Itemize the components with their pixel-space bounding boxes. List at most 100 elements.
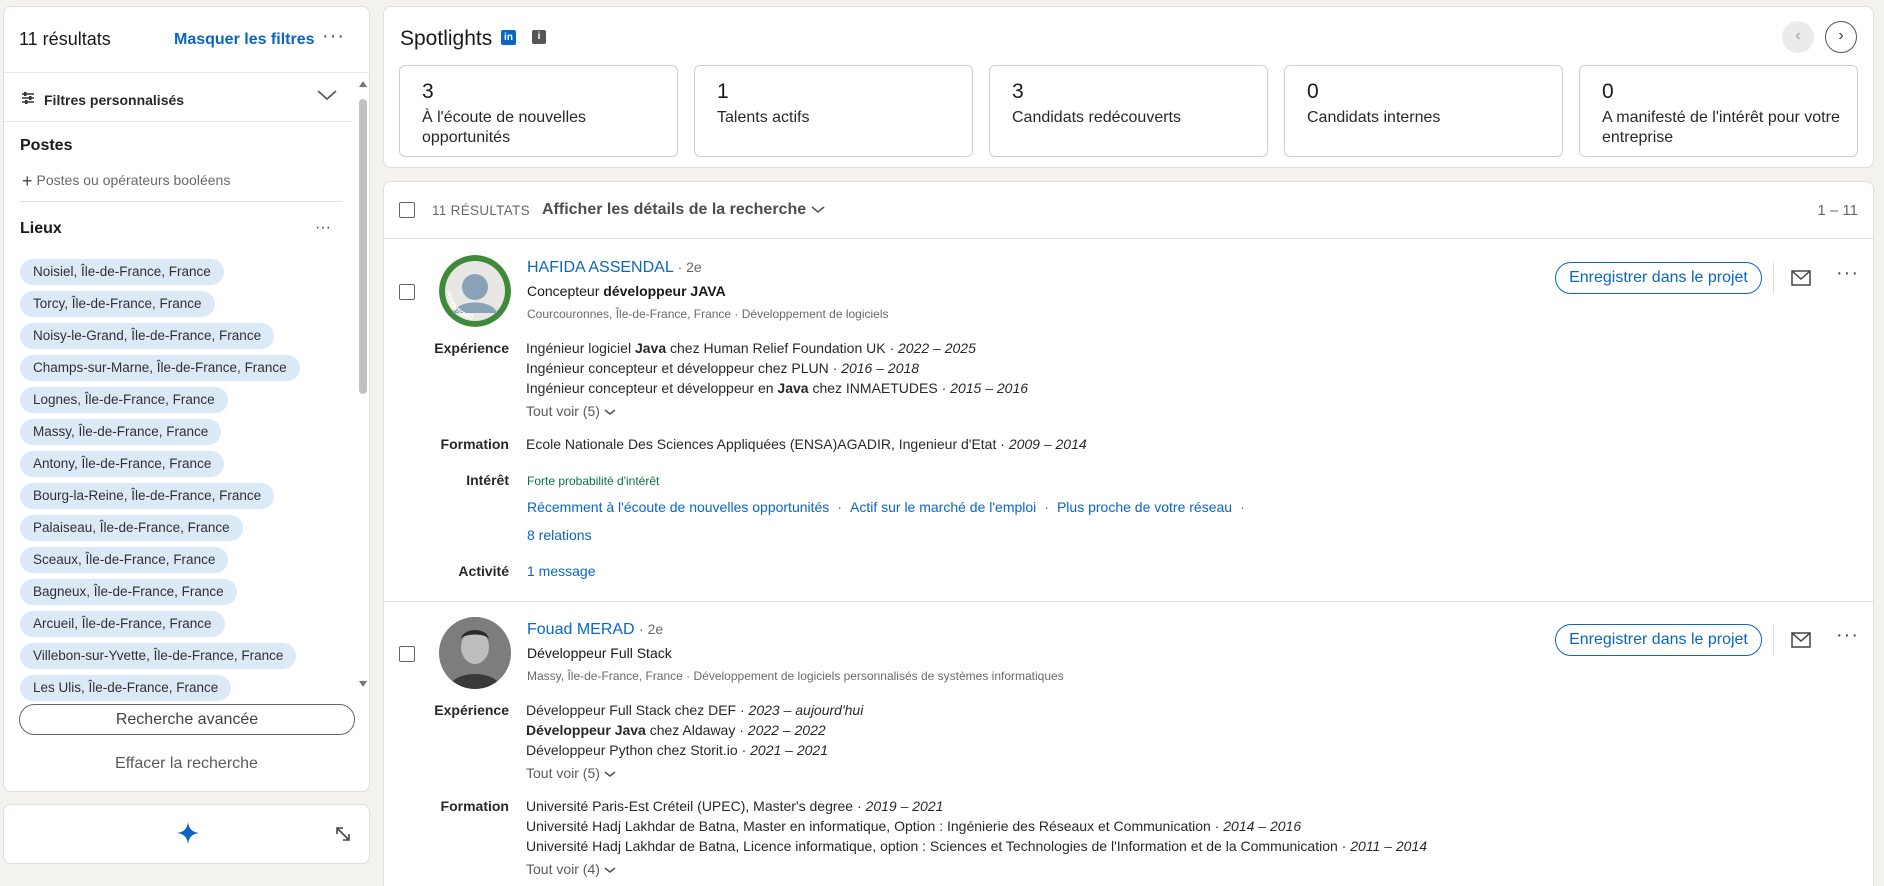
exp-dates: 2022 – 2025 xyxy=(898,340,976,356)
info-icon[interactable]: i xyxy=(532,30,546,44)
spotlight-count: 0 xyxy=(1307,80,1319,103)
scrollbar-thumb[interactable] xyxy=(359,99,367,394)
relations-link[interactable]: 8 relations xyxy=(527,527,592,543)
formation-text: Ecole Nationale Des Sciences Appliquées … xyxy=(526,436,1009,452)
more-icon[interactable]: ··· xyxy=(1836,624,1859,647)
show-search-details-button[interactable]: Afficher les détails de la recherche xyxy=(542,201,825,219)
sparkle-icon[interactable] xyxy=(176,821,200,845)
see-all-label: Tout voir (4) xyxy=(526,861,600,877)
scroll-down-arrow-icon[interactable] xyxy=(359,681,367,687)
exp-highlight: Java xyxy=(634,340,667,356)
filters-scroll-area: Postes + Postes ou opérateurs booléens Li… xyxy=(4,123,352,703)
formation-label: Formation xyxy=(440,798,509,814)
exp-highlight: Développeur Java xyxy=(526,722,646,738)
spotlight-card-open-to-work[interactable]: 3 À l'écoute de nouvelles opportunités xyxy=(399,65,678,157)
spotlight-label: Candidats internes xyxy=(1307,109,1441,126)
location-pill[interactable]: Champs-sur-Marne, Île-de-France, France xyxy=(20,355,300,381)
chevron-down-icon[interactable] xyxy=(316,88,338,104)
interest-link[interactable]: Actif sur le marché de l'emploi xyxy=(850,499,1036,515)
results-count-label: 11 RÉSULTATS xyxy=(432,203,530,218)
location-pill[interactable]: Palaiseau, Île-de-France, France xyxy=(20,515,243,541)
location-pill[interactable]: Antony, Île-de-France, France xyxy=(20,451,225,477)
spotlight-count: 0 xyxy=(1602,80,1614,103)
location-pill[interactable]: Bagneux, Île-de-France, France xyxy=(20,579,237,605)
location-pill[interactable]: Les Ulis, Île-de-France, France xyxy=(20,675,232,701)
scroll-up-arrow-icon[interactable] xyxy=(359,81,367,87)
interest-link[interactable]: Plus proche de votre réseau xyxy=(1057,499,1232,515)
more-icon[interactable]: ··· xyxy=(1836,262,1859,285)
select-all-checkbox[interactable] xyxy=(399,202,415,218)
candidate-checkbox[interactable] xyxy=(399,284,415,300)
avatar[interactable]: #OPENTOWORK xyxy=(439,255,511,327)
hide-filters-link[interactable]: Masquer les filtres xyxy=(174,31,315,49)
custom-filters-toggle[interactable]: Filtres personnalisés xyxy=(4,74,352,122)
postes-title: Postes xyxy=(20,137,73,154)
exp-text: chez Human Relief Foundation UK · xyxy=(666,340,899,356)
experience-see-all[interactable]: Tout voir (5) xyxy=(526,403,616,419)
show-details-label: Afficher les détails de la recherche xyxy=(542,201,807,218)
activity-link[interactable]: 1 message xyxy=(527,563,595,579)
candidate-card: Fouad MERAD · 2e Développeur Full Stack … xyxy=(384,602,1873,886)
spotlight-count: 3 xyxy=(422,80,434,103)
lieux-more-icon[interactable]: ··· xyxy=(315,219,331,237)
exp-dates: 2021 – 2021 xyxy=(750,742,828,758)
avatar[interactable] xyxy=(439,617,511,689)
location-pill[interactable]: Sceaux, Île-de-France, France xyxy=(20,547,229,573)
save-to-project-button[interactable]: Enregistrer dans le projet xyxy=(1555,624,1762,656)
location-pill[interactable]: Massy, Île-de-France, France xyxy=(20,419,222,445)
spotlight-card-internal[interactable]: 0 Candidats internes xyxy=(1284,65,1563,157)
interest-link[interactable]: Récemment à l'écoute de nouvelles opport… xyxy=(527,499,829,515)
formation-item: Université Paris-Est Créteil (UPEC), Mas… xyxy=(526,798,943,814)
location-pill[interactable]: Villebon-sur-Yvette, Île-de-France, Fran… xyxy=(20,643,297,669)
headline-text: Développeur Full Stack xyxy=(527,645,672,661)
exp-text: chez Aldaway · xyxy=(645,722,748,738)
location-pill[interactable]: Noisiel, Île-de-France, France xyxy=(20,259,224,285)
results-panel: 11 RÉSULTATS Afficher les détails de la … xyxy=(383,181,1874,886)
prev-arrow-button[interactable]: ‹ xyxy=(1782,21,1814,53)
spotlight-card-active-talent[interactable]: 1 Talents actifs xyxy=(694,65,973,157)
postes-placeholder: Postes ou opérateurs booléens xyxy=(36,172,231,188)
location-pill[interactable]: Noisy-le-Grand, Île-de-France, France xyxy=(20,323,275,349)
candidate-name-link[interactable]: Fouad MERAD · 2e xyxy=(527,621,663,639)
spotlight-count: 3 xyxy=(1012,80,1024,103)
exp-text: Ingénieur concepteur et développeur en xyxy=(526,380,778,396)
results-range: 1 – 11 xyxy=(1817,202,1858,219)
expand-icon[interactable] xyxy=(334,825,352,843)
candidate-name-link[interactable]: HAFIDA ASSENDAL · 2e xyxy=(527,259,702,277)
filters-sidebar: 11 résultats Masquer les filtres ··· Fil… xyxy=(3,6,370,792)
postes-add-input[interactable]: + Postes ou opérateurs booléens xyxy=(22,171,230,192)
spotlight-label: Talents actifs xyxy=(717,109,810,126)
candidate-name: HAFIDA ASSENDAL xyxy=(527,259,674,276)
spotlight-label: A manifesté de l'intérêt pour votre entr… xyxy=(1602,109,1840,146)
spotlight-card-interested[interactable]: 0 A manifesté de l'intérêt pour votre en… xyxy=(1579,65,1858,157)
mail-icon[interactable] xyxy=(1791,270,1813,286)
location-pill[interactable]: Lognes, Île-de-France, France xyxy=(20,387,228,413)
sidebar-scrollbar[interactable] xyxy=(358,79,368,689)
candidate-location: Courcouronnes, Île-de-France, France · D… xyxy=(527,307,889,321)
location-pill[interactable]: Bourg-la-Reine, Île-de-France, France xyxy=(20,483,275,509)
next-arrow-button[interactable]: › xyxy=(1825,21,1857,53)
experience-see-all[interactable]: Tout voir (5) xyxy=(526,765,616,781)
exp-text: Développeur Python chez Storit.io · xyxy=(526,742,751,758)
clear-search-link[interactable]: Effacer la recherche xyxy=(4,755,369,773)
formation-text: Université Hadj Lakhdar de Batna, Master… xyxy=(526,818,1224,834)
save-to-project-button[interactable]: Enregistrer dans le projet xyxy=(1555,262,1762,294)
experience-item: Ingénieur logiciel Java chez Human Relie… xyxy=(526,340,976,356)
mail-icon[interactable] xyxy=(1791,632,1813,648)
formation-item: Ecole Nationale Des Sciences Appliquées … xyxy=(526,436,1087,452)
exp-dates: 2015 – 2016 xyxy=(950,380,1029,396)
advanced-search-button[interactable]: Recherche avancée xyxy=(19,704,355,735)
spotlight-card-rediscovered[interactable]: 3 Candidats redécouverts xyxy=(989,65,1268,157)
spotlight-label: Candidats redécouverts xyxy=(1012,109,1181,126)
activity-label: Activité xyxy=(458,563,509,579)
candidate-checkbox[interactable] xyxy=(399,646,415,662)
location-pill[interactable]: Torcy, Île-de-France, France xyxy=(20,291,215,317)
exp-highlight: Java xyxy=(777,380,809,396)
exp-text: Ingénieur logiciel xyxy=(526,340,635,356)
interest-probability: Forte probabilité d'intérêt xyxy=(527,474,660,488)
location-pill[interactable]: Arcueil, Île-de-France, France xyxy=(20,611,225,637)
connection-degree: · 2e xyxy=(677,259,702,275)
formation-see-all[interactable]: Tout voir (4) xyxy=(526,861,616,877)
sidebar-more-icon[interactable]: ··· xyxy=(322,25,345,48)
experience-item: Développeur Full Stack chez DEF · 2023 –… xyxy=(526,702,863,718)
